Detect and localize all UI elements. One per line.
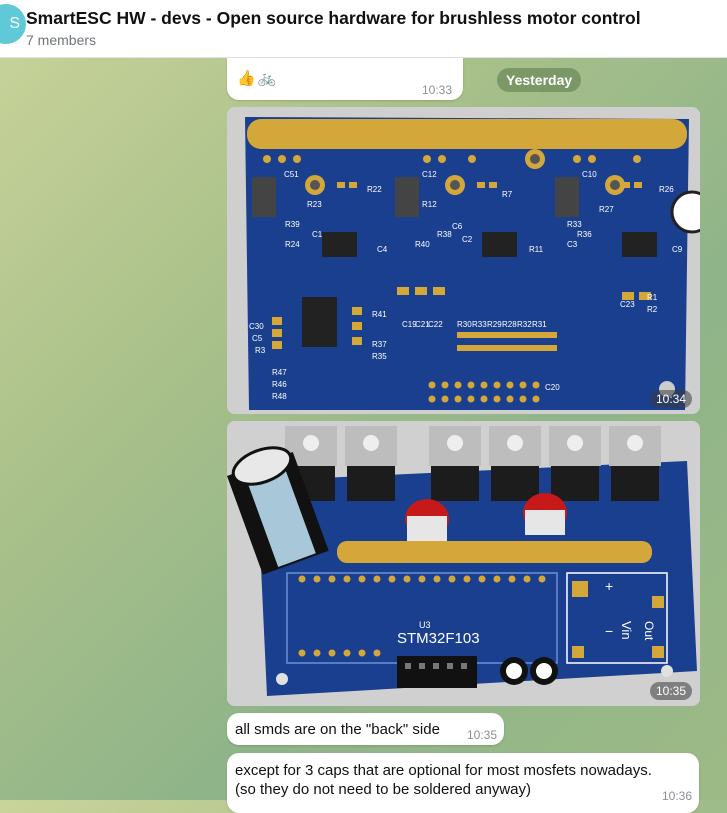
pcb-label: R30 bbox=[457, 320, 472, 329]
module-out-label: Out bbox=[642, 621, 656, 641]
pcb-label: C23 bbox=[620, 300, 635, 309]
pcb-label: R11 bbox=[529, 245, 544, 254]
message-text: all smds are on the "back" side bbox=[235, 721, 440, 738]
message-bubble[interactable]: all smds are on the "back" side 10:35 bbox=[227, 713, 504, 745]
pcb-label: R7 bbox=[502, 190, 513, 199]
reaction-message[interactable]: 👍🚲 10:33 bbox=[227, 58, 463, 100]
pcb-label: R39 bbox=[285, 220, 300, 229]
pcb-label: C20 bbox=[545, 383, 560, 392]
module-minus: − bbox=[605, 623, 613, 639]
pcb-label: R46 bbox=[272, 380, 287, 389]
pcb-front-image: U3 STM32F103 Vin + − Out bbox=[227, 421, 700, 706]
pcb-back-image: C51 R22 R23 R39 C1 C4 R40 C12 R12 R38 C6… bbox=[227, 107, 700, 414]
chat-header[interactable]: S SmartESC HW - devs - Open source hardw… bbox=[0, 0, 727, 58]
reaction-emojis[interactable]: 👍🚲 bbox=[237, 69, 278, 87]
pcb-label: R38 bbox=[437, 230, 452, 239]
message-time: 10:35 bbox=[467, 728, 498, 742]
message-time: 10:33 bbox=[422, 83, 453, 97]
chat-title[interactable]: SmartESC HW - devs - Open source hardwar… bbox=[26, 8, 641, 29]
pcb-label: C51 bbox=[284, 170, 299, 179]
chip-ref: U3 bbox=[419, 620, 431, 630]
pcb-front-photo[interactable]: U3 STM32F103 Vin + − Out 10:35 bbox=[227, 421, 700, 706]
pcb-label: C2 bbox=[462, 235, 473, 244]
pcb-label: R40 bbox=[415, 240, 430, 249]
pcb-label: R35 bbox=[372, 352, 387, 361]
module-plus: + bbox=[605, 578, 613, 594]
pcb-label: C6 bbox=[452, 222, 463, 231]
pcb-label: R32 bbox=[517, 320, 532, 329]
pcb-label: R23 bbox=[307, 200, 322, 209]
pcb-label: C9 bbox=[672, 245, 683, 254]
pcb-label: R26 bbox=[659, 185, 674, 194]
pcb-label: R47 bbox=[272, 368, 287, 377]
pcb-label: C5 bbox=[252, 334, 263, 343]
pcb-label: R3 bbox=[255, 346, 266, 355]
module-vin-label: Vin bbox=[619, 621, 634, 640]
pcb-label: C30 bbox=[249, 322, 264, 331]
pcb-label: R33 bbox=[567, 220, 582, 229]
chat-avatar[interactable]: S bbox=[0, 4, 26, 44]
pcb-label: R2 bbox=[647, 305, 658, 314]
pcb-label: R24 bbox=[285, 240, 300, 249]
message-bubble[interactable]: except for 3 caps that are optional for … bbox=[227, 753, 699, 813]
pcb-label: R29 bbox=[487, 320, 502, 329]
photo-time: 10:34 bbox=[649, 390, 692, 408]
date-separator: Yesterday bbox=[497, 68, 582, 92]
pcb-back-photo[interactable]: C51 R22 R23 R39 C1 C4 R40 C12 R12 R38 C6… bbox=[227, 107, 700, 414]
pcb-label: R48 bbox=[272, 392, 287, 401]
pcb-label: C4 bbox=[377, 245, 388, 254]
pcb-label: C1 bbox=[312, 230, 323, 239]
pcb-label: R22 bbox=[367, 185, 382, 194]
pcb-label: C12 bbox=[422, 170, 437, 179]
pcb-label: R37 bbox=[372, 340, 387, 349]
message-text: except for 3 caps that are optional for … bbox=[235, 762, 652, 798]
chip-name: STM32F103 bbox=[397, 630, 480, 647]
pcb-label: R31 bbox=[532, 320, 547, 329]
pcb-label: R41 bbox=[372, 310, 387, 319]
pcb-label: C22 bbox=[428, 320, 443, 329]
pcb-label: C3 bbox=[567, 240, 578, 249]
member-count: 7 members bbox=[26, 32, 97, 48]
pcb-label: R28 bbox=[502, 320, 517, 329]
photo-time: 10:35 bbox=[649, 682, 692, 700]
pcb-label: R27 bbox=[599, 205, 614, 214]
pcb-label: R36 bbox=[577, 230, 592, 239]
pcb-label: R33 bbox=[472, 320, 487, 329]
pcb-label: C10 bbox=[582, 170, 597, 179]
pcb-label: R12 bbox=[422, 200, 437, 209]
pcb-label: R1 bbox=[647, 293, 658, 302]
message-time: 10:36 bbox=[662, 789, 693, 803]
